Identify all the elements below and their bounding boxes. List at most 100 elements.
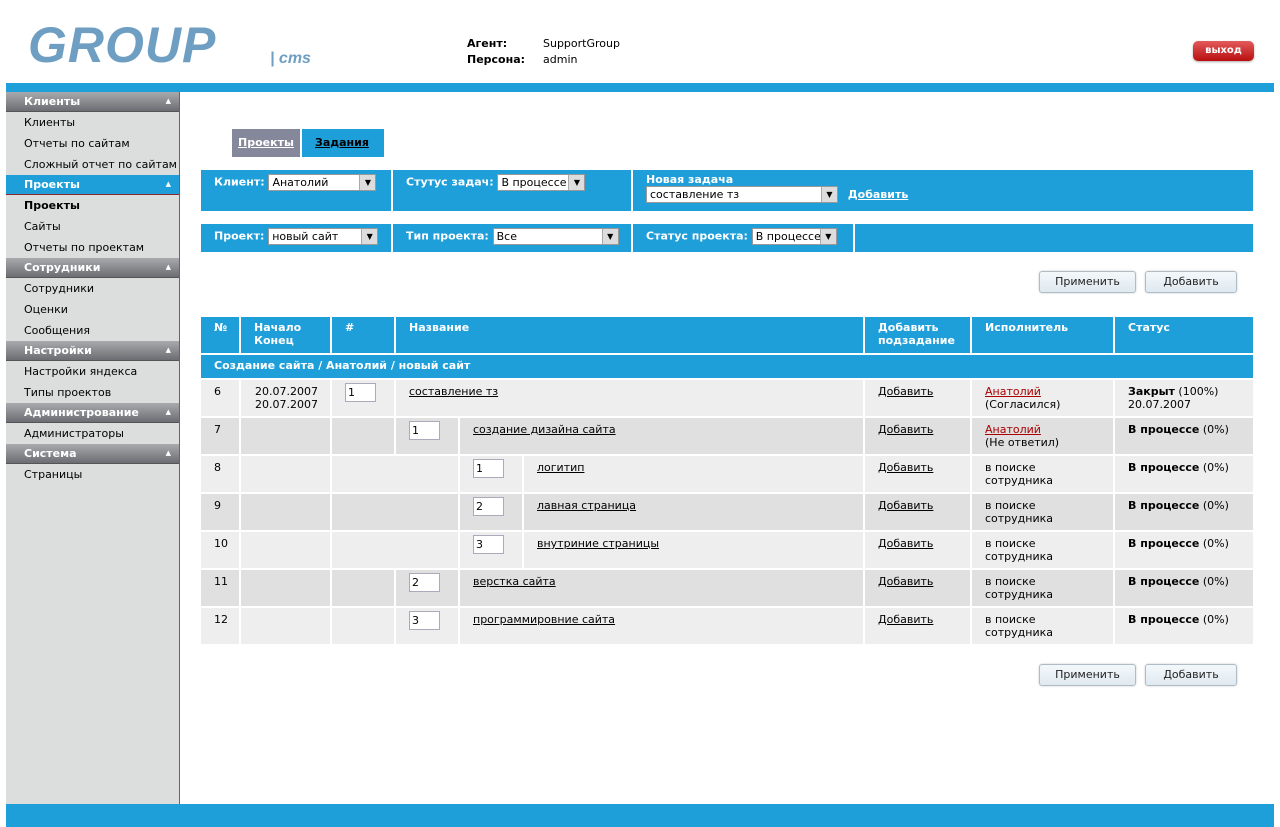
status-text: В процессе — [1128, 461, 1199, 474]
order-input[interactable]: 3 — [409, 611, 440, 630]
add-subtask-link[interactable]: Добавить — [878, 613, 933, 626]
apply-button-top[interactable]: Применить — [1039, 271, 1136, 293]
sidebar-item[interactable]: Клиенты — [6, 112, 179, 133]
add-subtask-link[interactable]: Добавить — [878, 423, 933, 436]
project-status-select[interactable]: В процессе▼ — [752, 228, 837, 245]
agent-label: Агент: — [467, 37, 507, 50]
project-select[interactable]: новый сайт▼ — [268, 228, 378, 245]
table-row: 10 3 внутриние страницы Добавить в поиск… — [201, 532, 1253, 568]
cell-executor: в поиске сотрудника — [972, 456, 1115, 492]
client-select[interactable]: Анатолий▼ — [268, 174, 376, 191]
task-name-link[interactable]: составление тз — [409, 385, 498, 398]
add-subtask-link[interactable]: Добавить — [878, 461, 933, 474]
task-name-link[interactable]: верстка сайта — [473, 575, 556, 588]
add-subtask-link[interactable]: Добавить — [878, 537, 933, 550]
cell-num: 9 — [201, 494, 241, 530]
chevron-down-icon: ▼ — [821, 187, 837, 202]
collapse-arrow-icon[interactable]: ▲ — [166, 444, 171, 463]
apply-button-bottom[interactable]: Применить — [1039, 664, 1136, 686]
collapse-arrow-icon[interactable]: ▲ — [166, 258, 171, 277]
sidebar: Клиенты▲КлиентыОтчеты по сайтамСложный о… — [6, 92, 180, 804]
add-subtask-link[interactable]: Добавить — [878, 575, 933, 588]
cell-dates — [241, 608, 332, 644]
task-name-link[interactable]: логитип — [537, 461, 584, 474]
cell-dates: 20.07.200720.07.2007 — [241, 380, 332, 416]
executor-link[interactable]: Анатолий — [985, 385, 1041, 398]
sidebar-item[interactable]: Оценки — [6, 299, 179, 320]
add-task-link[interactable]: Добавить — [848, 188, 908, 201]
tab-projects[interactable]: Проекты — [232, 129, 300, 157]
order-input[interactable]: 2 — [473, 497, 504, 516]
cell-order: 3 — [460, 532, 524, 568]
cell-name: лавная страница — [524, 494, 865, 530]
sidebar-item[interactable]: Настройки яндекса — [6, 361, 179, 382]
cell-executor: в поиске сотрудника — [972, 532, 1115, 568]
sidebar-section-title: Сотрудники — [24, 261, 100, 274]
sidebar-item[interactable]: Проекты — [6, 195, 179, 216]
chevron-down-icon: ▼ — [820, 229, 836, 244]
task-status-select[interactable]: В процессе▼ — [497, 174, 585, 191]
sidebar-section-header[interactable]: Клиенты▲ — [6, 92, 179, 112]
sidebar-item[interactable]: Отчеты по проектам — [6, 237, 179, 258]
exit-button[interactable]: выход — [1193, 41, 1254, 61]
cell-status: В процессе (0%) — [1115, 532, 1253, 568]
collapse-arrow-icon[interactable]: ▲ — [166, 92, 171, 111]
cell-add-subtask: Добавить — [865, 380, 972, 416]
add-subtask-link[interactable]: Добавить — [878, 499, 933, 512]
cell-order: 3 — [396, 608, 460, 644]
add-subtask-link[interactable]: Добавить — [878, 385, 933, 398]
sidebar-item[interactable]: Сообщения — [6, 320, 179, 341]
order-input[interactable]: 1 — [409, 421, 440, 440]
new-task-select[interactable]: составление тз▼ — [646, 186, 838, 203]
add-button-top[interactable]: Добавить — [1145, 271, 1237, 293]
cell-empty — [332, 608, 396, 644]
sidebar-item[interactable]: Отчеты по сайтам — [6, 133, 179, 154]
sidebar-section-header[interactable]: Сотрудники ▲ — [6, 258, 179, 278]
cell-empty — [332, 456, 460, 492]
cell-empty — [332, 418, 396, 454]
sidebar-section-header[interactable]: Проекты▲ — [6, 175, 179, 195]
tab-tasks[interactable]: Задания — [302, 129, 384, 157]
cell-status: В процессе (0%) — [1115, 494, 1253, 530]
task-name-link[interactable]: лавная страница — [537, 499, 636, 512]
order-input[interactable]: 3 — [473, 535, 504, 554]
sidebar-item[interactable]: Сложный отчет по сайтам — [6, 154, 179, 175]
sidebar-item[interactable]: Типы проектов — [6, 382, 179, 403]
add-button-bottom[interactable]: Добавить — [1145, 664, 1237, 686]
table-row: 7 1 создание дизайна сайта Добавить Анат… — [201, 418, 1253, 454]
sidebar-section-header[interactable]: Система▲ — [6, 444, 179, 464]
executor-link[interactable]: Анатолий — [985, 423, 1041, 436]
sidebar-section-header[interactable]: Администрование▲ — [6, 403, 179, 423]
project-label: Проект: — [214, 230, 264, 243]
collapse-arrow-icon[interactable]: ▲ — [166, 175, 171, 194]
logo: GROUP — [28, 18, 216, 72]
cell-num: 12 — [201, 608, 241, 644]
status-percent: (0%) — [1203, 575, 1229, 588]
task-name-link[interactable]: программировние сайта — [473, 613, 615, 626]
table-row: 11 2 верстка сайта Добавить в поиске сот… — [201, 570, 1253, 606]
cell-name: программировние сайта — [460, 608, 865, 644]
cell-executor: в поиске сотрудника — [972, 494, 1115, 530]
collapse-arrow-icon[interactable]: ▲ — [166, 403, 171, 422]
col-header-name: Название — [396, 317, 865, 353]
cell-executor: в поиске сотрудника — [972, 608, 1115, 644]
collapse-arrow-icon[interactable]: ▲ — [166, 341, 171, 360]
sidebar-item[interactable]: Сайты — [6, 216, 179, 237]
task-name-link[interactable]: внутриние страницы — [537, 537, 659, 550]
executor-note: в поиске сотрудника — [985, 499, 1073, 525]
sidebar-item[interactable]: Сотрудники — [6, 278, 179, 299]
sidebar-item[interactable]: Администраторы — [6, 423, 179, 444]
status-percent: (0%) — [1203, 499, 1229, 512]
cell-add-subtask: Добавить — [865, 532, 972, 568]
executor-note: в поиске сотрудника — [985, 537, 1073, 563]
cell-name: создание дизайна сайта — [460, 418, 865, 454]
sidebar-item[interactable]: Страницы — [6, 464, 179, 485]
executor-note: (Согласился) — [985, 398, 1073, 411]
task-name-link[interactable]: создание дизайна сайта — [473, 423, 616, 436]
sidebar-section-header[interactable]: Настройки▲ — [6, 341, 179, 361]
order-input[interactable]: 1 — [473, 459, 504, 478]
order-input[interactable]: 1 — [345, 383, 376, 402]
order-input[interactable]: 2 — [409, 573, 440, 592]
cell-status: В процессе (0%) — [1115, 456, 1253, 492]
project-type-select[interactable]: Все▼ — [493, 228, 619, 245]
